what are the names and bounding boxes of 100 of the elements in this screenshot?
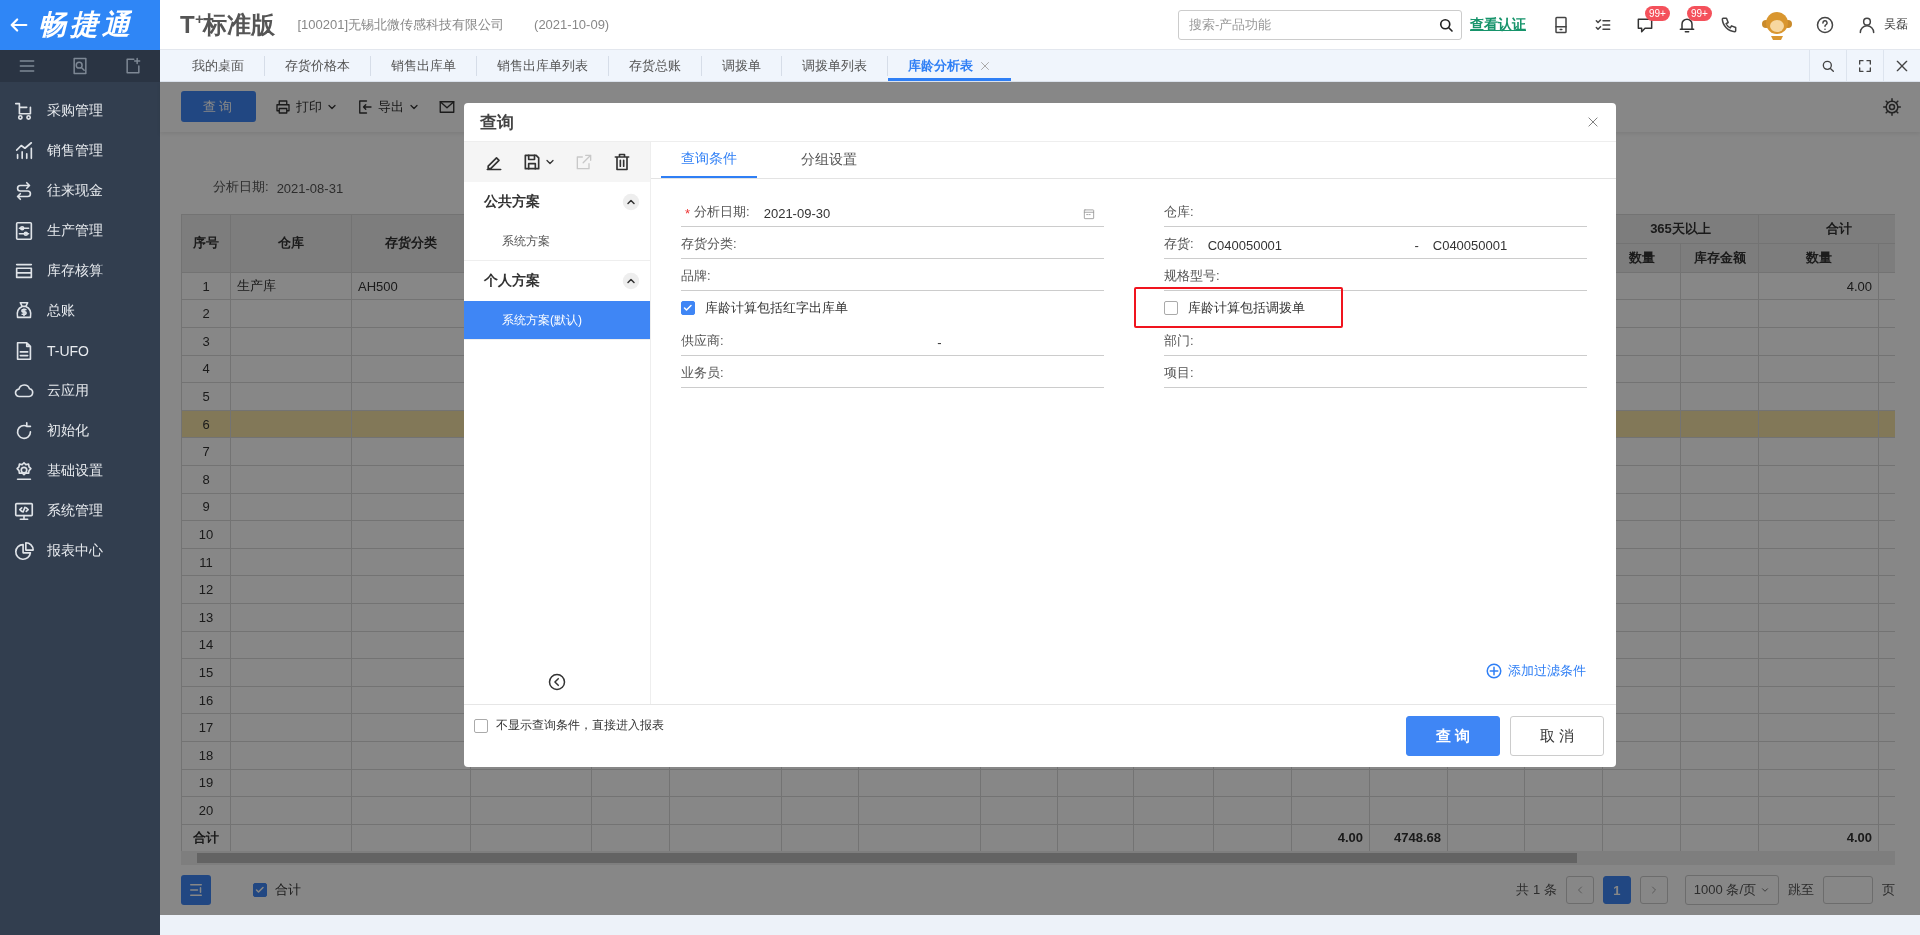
- add-icon: [1485, 662, 1503, 680]
- tab[interactable]: 存货总账: [609, 55, 702, 76]
- checkbox[interactable]: [681, 300, 695, 315]
- required-mark: *: [685, 206, 691, 221]
- sidebar-item[interactable]: 报表中心: [0, 531, 160, 571]
- range-field[interactable]: 存货: C040050001 - C040050001: [1164, 227, 1587, 259]
- table-cell: 3: [182, 328, 231, 356]
- form-field[interactable]: 存货分类:: [681, 227, 1104, 259]
- checkbox[interactable]: [474, 718, 488, 733]
- table-cell: 17: [182, 714, 231, 742]
- sidebar-item[interactable]: 基础设置: [0, 451, 160, 491]
- table-row[interactable]: 19: [182, 769, 1895, 798]
- table-cell: 18: [182, 742, 231, 770]
- cancel-button[interactable]: 取 消: [1510, 716, 1604, 756]
- export-button[interactable]: 导出: [356, 97, 420, 116]
- verify-link[interactable]: 查看认证: [1470, 15, 1526, 34]
- field-label: 部门:: [1164, 332, 1194, 350]
- save-icon[interactable]: [522, 152, 542, 172]
- page-size-select[interactable]: 1000 条/页: [1684, 875, 1779, 906]
- sidebar-item[interactable]: 销售管理: [0, 131, 160, 171]
- tab[interactable]: 查询条件: [661, 142, 757, 178]
- tab[interactable]: 分组设置: [781, 142, 877, 178]
- table-cell: 4.00: [1759, 272, 1879, 301]
- sidebar-item[interactable]: 往来现金: [0, 171, 160, 211]
- print-button[interactable]: 打印: [274, 97, 338, 116]
- sidebar-item[interactable]: 系统管理: [0, 491, 160, 531]
- table-cell: 7: [182, 438, 231, 467]
- user-name[interactable]: 吴磊: [1884, 16, 1908, 33]
- field-label: 存货:: [1164, 235, 1194, 253]
- table-cell: 16: [182, 686, 231, 715]
- query-button[interactable]: 查 询: [1406, 716, 1500, 756]
- sliders-icon: [13, 220, 35, 242]
- table-cell: 12: [182, 576, 231, 604]
- scheme-item[interactable]: 系统方案(默认): [464, 301, 650, 339]
- tab[interactable]: 存货价格本: [265, 55, 371, 76]
- checkbox[interactable]: [1164, 300, 1178, 315]
- page-unit: 页: [1882, 881, 1895, 900]
- form-field[interactable]: 项目:: [1164, 356, 1587, 388]
- field-label: 仓库:: [1164, 203, 1194, 221]
- tab[interactable]: 调拨单: [702, 55, 782, 76]
- collapse-icon[interactable]: [622, 193, 640, 211]
- table-row[interactable]: 20: [182, 797, 1895, 825]
- table-cell: 20: [182, 797, 231, 825]
- chart-icon: [13, 140, 35, 162]
- tab[interactable]: 销售出库单列表: [477, 55, 609, 76]
- tab[interactable]: 销售出库单: [371, 55, 477, 76]
- search-field[interactable]: 搜索-产品功能: [1178, 9, 1462, 40]
- close-icon[interactable]: [1586, 115, 1600, 129]
- tab[interactable]: 调拨单列表: [782, 55, 888, 76]
- sidebar-item[interactable]: 云应用: [0, 371, 160, 411]
- table-cell: 11: [182, 548, 231, 577]
- checkbox-label: 合计: [275, 881, 301, 900]
- sidebar-item[interactable]: 初始化: [0, 411, 160, 451]
- horizontal-scrollbar[interactable]: [181, 851, 1895, 866]
- field-label: 项目:: [1164, 364, 1194, 382]
- sidebar-item[interactable]: 生产管理: [0, 211, 160, 251]
- settings-icon[interactable]: [1882, 96, 1902, 117]
- column-settings-button[interactable]: [181, 875, 211, 906]
- table-cell: 15: [182, 659, 231, 687]
- add-filter-link[interactable]: 添加过滤条件: [1485, 662, 1586, 680]
- checkbox-label: 库龄计算包括红字出库单: [705, 298, 848, 317]
- field-label: 分析日期:: [694, 203, 750, 221]
- table-cell: 19: [182, 769, 231, 798]
- form-field[interactable]: * 分析日期: 2021-09-30: [681, 195, 1104, 227]
- tab[interactable]: 我的桌面: [172, 55, 265, 76]
- form-field[interactable]: 部门:: [1164, 324, 1587, 356]
- table-cell: 13: [182, 604, 231, 632]
- help-icon[interactable]: [1815, 14, 1835, 35]
- column-header: 数量: [1759, 243, 1879, 273]
- sidebar-item[interactable]: 库存核算: [0, 251, 160, 291]
- form-field[interactable]: 品牌:: [681, 259, 1104, 291]
- form-field[interactable]: 规格型号:: [1164, 259, 1587, 291]
- range-field[interactable]: 供应商: -: [681, 324, 1104, 356]
- delete-icon[interactable]: [612, 152, 632, 172]
- table-cell: 2: [182, 300, 231, 329]
- sidebar-item[interactable]: 总账: [0, 291, 160, 331]
- field-label: 规格型号:: [1164, 267, 1220, 285]
- column-group-header: 合计: [1759, 214, 1895, 244]
- badge: 99+: [1645, 5, 1670, 21]
- table-cell: 生产库: [231, 272, 352, 301]
- form-field[interactable]: 业务员:: [681, 356, 1104, 388]
- column-header: 仓库: [231, 214, 352, 273]
- table-cell: 1: [182, 272, 231, 301]
- collapse-icon[interactable]: [622, 272, 640, 290]
- field-value: 2021-09-30: [763, 206, 831, 221]
- fullscreen-icon[interactable]: [1857, 57, 1873, 74]
- page-input[interactable]: [1823, 876, 1873, 905]
- collapse-panel-icon[interactable]: [547, 672, 567, 692]
- sidebar-item[interactable]: T-UFO: [0, 331, 160, 371]
- checkbox[interactable]: [253, 883, 267, 898]
- table-cell: 5: [182, 383, 231, 411]
- login-date: (2021-10-09): [534, 17, 610, 32]
- table-cell: 9: [182, 493, 231, 522]
- monitor-icon: [13, 500, 35, 522]
- sidebar-item[interactable]: 采购管理: [0, 91, 160, 131]
- jump-label: 跳至: [1788, 881, 1814, 900]
- field-label: 品牌:: [681, 267, 711, 285]
- form-field[interactable]: 仓库:: [1164, 195, 1587, 227]
- dialog-title: 查询: [480, 111, 514, 134]
- column-header: 库存金额: [1681, 243, 1759, 273]
